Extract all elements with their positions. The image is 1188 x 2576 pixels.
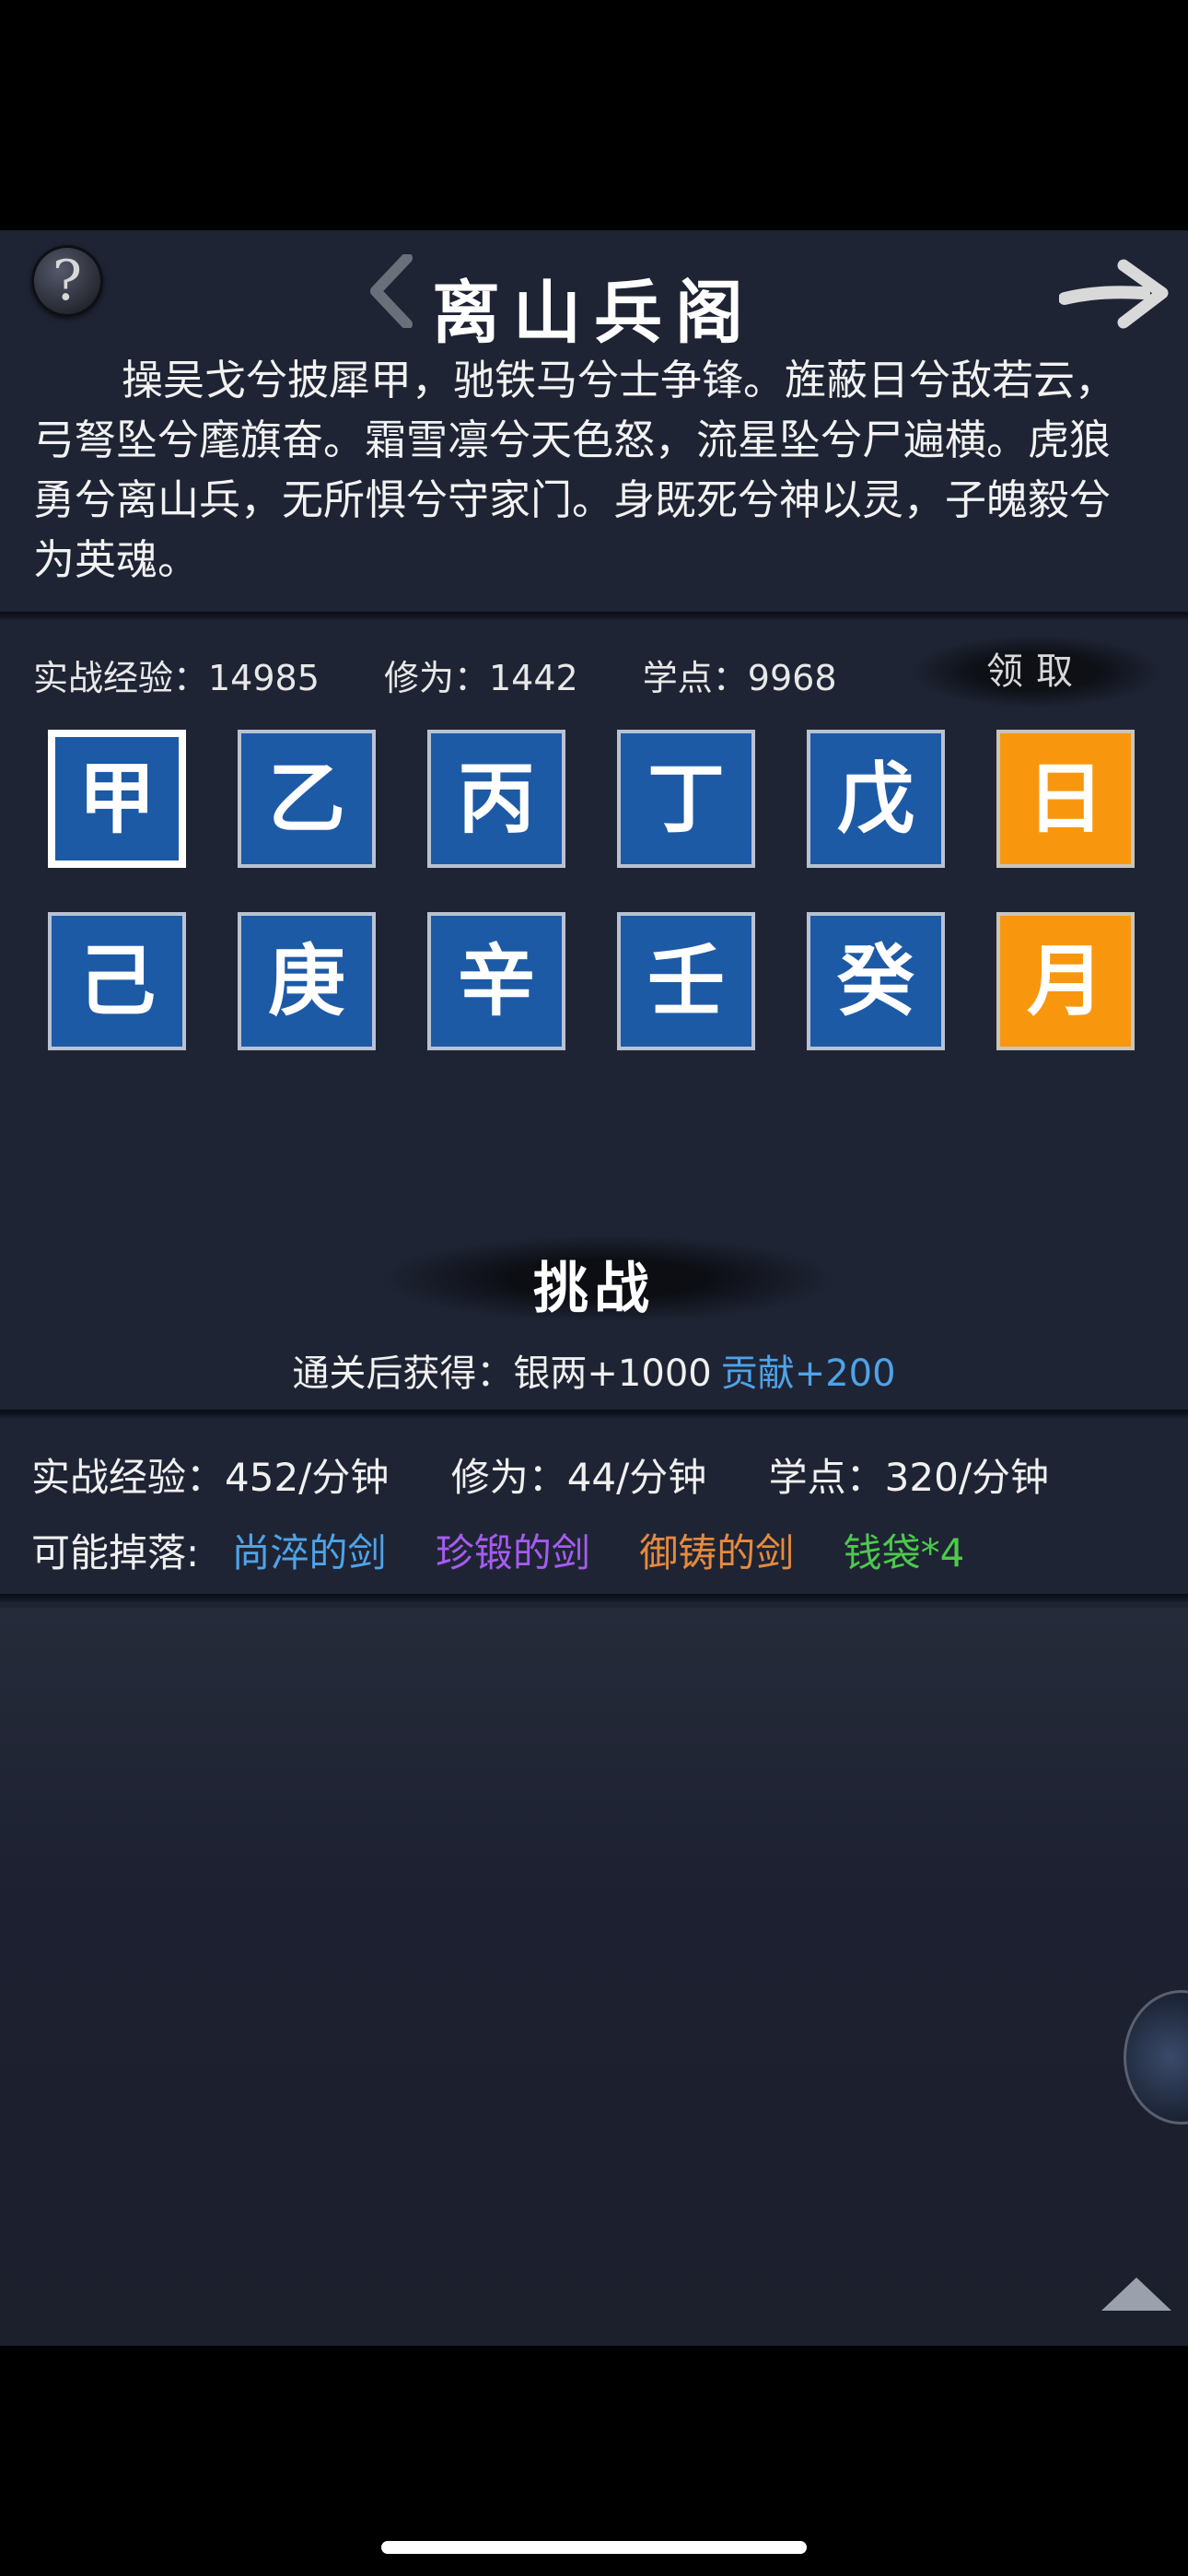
reward-bonus: 贡献+200 <box>720 1352 896 1395</box>
drops-label: 可能掉落: <box>31 1530 200 1575</box>
rate-points: 学点：320/分钟 <box>768 1455 1049 1500</box>
divider <box>0 1594 1188 1603</box>
stage-tile[interactable]: 乙 <box>238 730 376 868</box>
stage-tile[interactable]: 庚 <box>238 912 376 1050</box>
challenge-button[interactable]: 挑战 <box>0 1244 1188 1324</box>
claim-button[interactable]: 领取 <box>912 636 1160 708</box>
stage-tile[interactable]: 丙 <box>427 730 565 868</box>
stage-tile[interactable]: 甲 <box>48 730 186 868</box>
drops-bar: 可能掉落: 尚淬的剑 珍锻的剑 御铸的剑 钱袋*4 <box>31 1522 1001 1578</box>
stage-tile[interactable]: 壬 <box>617 912 755 1050</box>
home-indicator <box>381 2541 807 2554</box>
drop-item[interactable]: 钱袋*4 <box>844 1530 965 1575</box>
background-scenery <box>0 1608 1188 2345</box>
rate-cultivation: 修为：44/分钟 <box>450 1455 707 1500</box>
stat-cultivation: 修为：1442 <box>383 658 578 698</box>
drop-item[interactable]: 御铸的剑 <box>639 1530 794 1575</box>
stat-exp: 实战经验：14985 <box>33 658 320 698</box>
stage-tile[interactable]: 己 <box>48 912 186 1050</box>
scroll-up-icon[interactable] <box>1101 2277 1171 2311</box>
drop-item[interactable]: 珍锻的剑 <box>436 1530 590 1575</box>
stage-tile[interactable]: 月 <box>996 912 1135 1050</box>
divider <box>0 1410 1188 1419</box>
stat-points: 学点：9968 <box>642 658 837 698</box>
page-title: 离山兵阁 <box>432 274 756 353</box>
intro-text: 操吴戈兮披犀甲，驰铁马兮士争锋。旌蔽日兮敌若云，弓弩坠兮麾旗奋。霜雪凛兮天色怒，… <box>33 356 1117 584</box>
reward-prefix: 通关后获得：银两+1000 <box>292 1352 712 1395</box>
rate-exp: 实战经验：452/分钟 <box>31 1455 390 1500</box>
stage-tile[interactable]: 丁 <box>617 730 755 868</box>
arrow-right-icon[interactable] <box>1059 256 1171 332</box>
rate-bar: 实战经验：452/分钟 修为：44/分钟 学点：320/分钟 <box>31 1446 1099 1503</box>
drop-item[interactable]: 尚淬的剑 <box>232 1530 387 1575</box>
reward-line: 通关后获得：银两+1000 贡献+200 <box>0 1343 1188 1397</box>
stage-tile[interactable]: 戊 <box>807 730 945 868</box>
stage-tile[interactable]: 辛 <box>427 912 565 1050</box>
stats-bar: 实战经验：14985 修为：1442 学点：9968 <box>33 650 891 700</box>
stage-tile[interactable]: 日 <box>996 730 1135 868</box>
divider <box>0 612 1188 621</box>
stage-tile[interactable]: 癸 <box>807 912 945 1050</box>
